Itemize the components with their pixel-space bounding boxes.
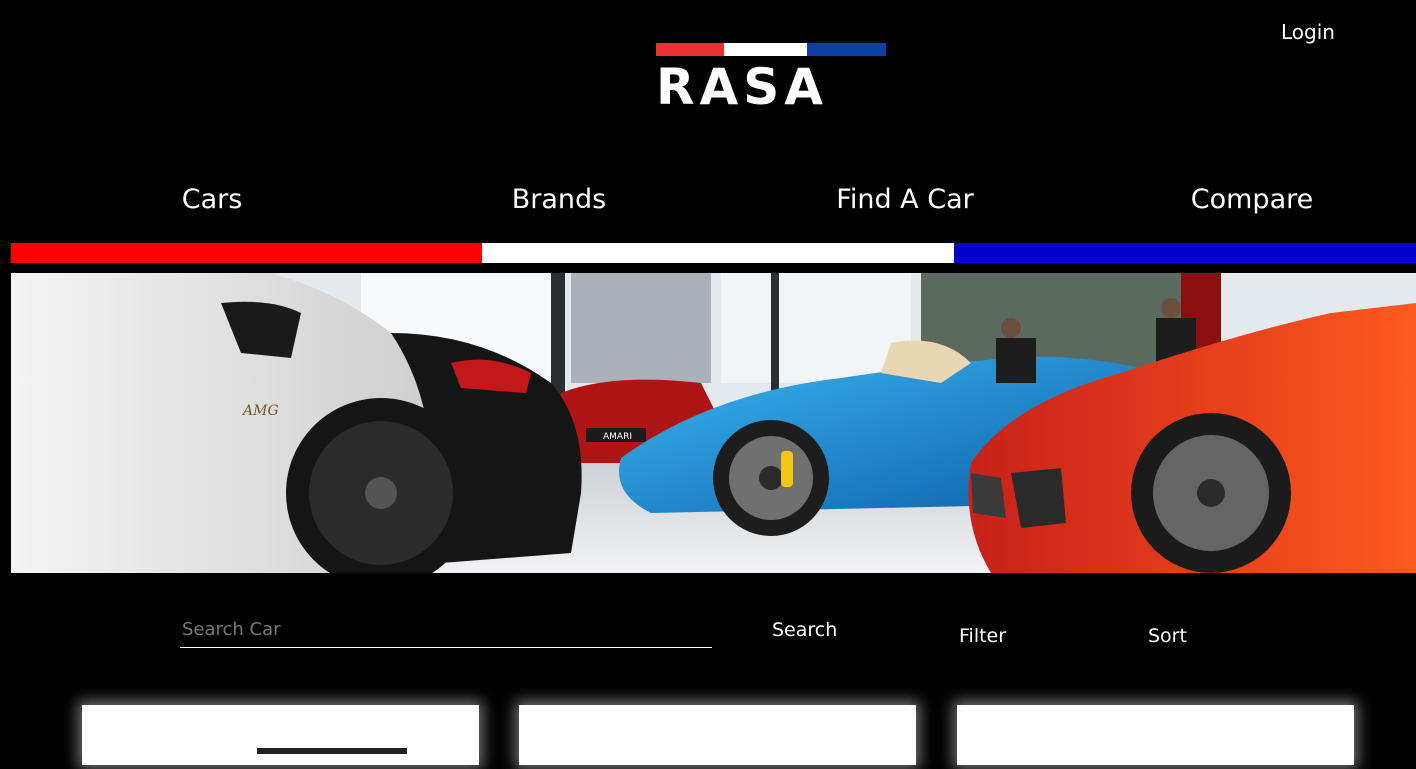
flag-bar-red [11, 243, 482, 263]
hero-banner-image: AMARI AMG [11, 273, 1416, 573]
car-card[interactable] [957, 705, 1354, 765]
sort-button[interactable]: Sort [1148, 625, 1187, 647]
filter-button[interactable]: Filter [959, 625, 1006, 647]
rasa-logo[interactable]: RASA [656, 43, 886, 112]
logo-text: RASA [656, 58, 828, 116]
car-thumbnail-image [257, 748, 407, 754]
main-nav: Cars Brands Find A Car Compare [0, 184, 1416, 224]
nav-item-find-a-car[interactable]: Find A Car [836, 184, 973, 215]
logo-stripes [656, 43, 886, 56]
car-card[interactable] [82, 705, 479, 765]
svg-text:AMG: AMG [241, 403, 279, 419]
flag-bar-white [482, 243, 954, 263]
flag-bar-blue [954, 243, 1416, 263]
flag-color-bar [11, 243, 1416, 263]
showroom-cars-image: AMARI AMG [11, 273, 1416, 573]
search-car-input[interactable] [180, 612, 712, 648]
search-button[interactable]: Search [772, 619, 837, 641]
login-link[interactable]: Login [1281, 20, 1335, 44]
nav-item-cars[interactable]: Cars [182, 184, 243, 215]
nav-item-compare[interactable]: Compare [1191, 184, 1313, 215]
nav-item-brands[interactable]: Brands [512, 184, 607, 215]
car-card[interactable] [519, 705, 916, 765]
plate-text: AMARI [603, 432, 632, 442]
